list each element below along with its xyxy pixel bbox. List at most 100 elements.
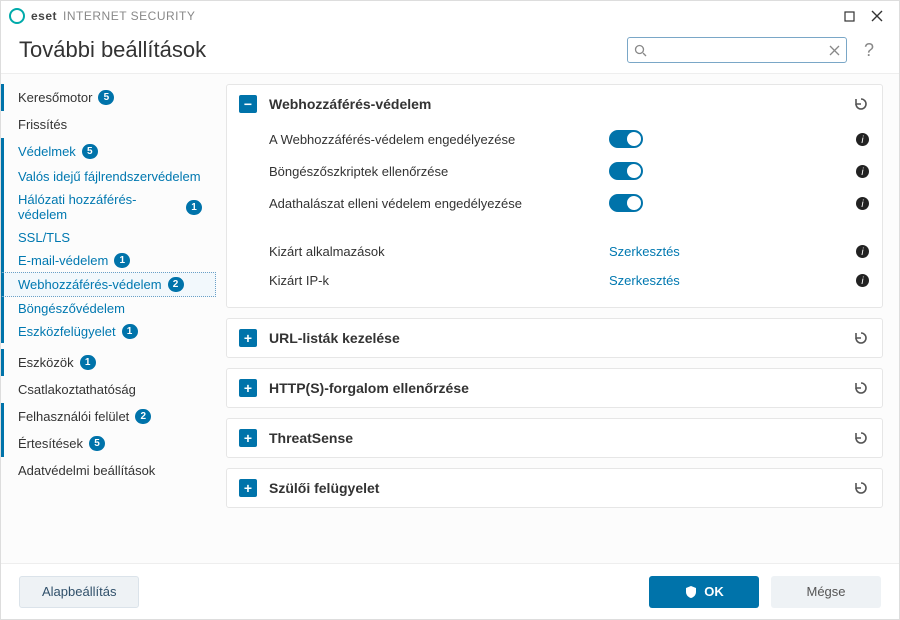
sidebar-item-connectivity[interactable]: Csatlakoztathatóság xyxy=(1,376,216,403)
setting-label: A Webhozzáférés-védelem engedélyezése xyxy=(269,132,609,147)
cancel-button[interactable]: Mégse xyxy=(771,576,881,608)
panel-header[interactable]: + ThreatSense xyxy=(227,419,882,457)
panel-header[interactable]: − Webhozzáférés-védelem xyxy=(227,85,882,123)
info-icon[interactable]: i xyxy=(855,196,870,211)
sidebar-item-web-access[interactable]: Webhozzáférés-védelem 2 xyxy=(1,272,216,297)
count-badge: 1 xyxy=(114,253,130,268)
help-button[interactable]: ? xyxy=(857,40,881,61)
close-icon xyxy=(871,10,883,22)
toggle-enable-web-access[interactable] xyxy=(609,130,643,148)
sidebar-item-email-protection[interactable]: E-mail-védelem 1 xyxy=(1,249,216,272)
panel-title: Szülői felügyelet xyxy=(269,480,840,496)
revert-button[interactable] xyxy=(852,479,870,497)
panel-title: ThreatSense xyxy=(269,430,840,446)
setting-label: Adathalászat elleni védelem engedélyezés… xyxy=(269,196,609,211)
sidebar-item-label: Eszközök xyxy=(18,355,74,370)
clear-search-button[interactable] xyxy=(829,45,840,56)
sidebar-item-label: Frissítés xyxy=(18,117,67,132)
panel-header[interactable]: + Szülői felügyelet xyxy=(227,469,882,507)
collapse-icon: − xyxy=(239,95,257,113)
revert-button[interactable] xyxy=(852,379,870,397)
sidebar-item-privacy[interactable]: Adatvédelmi beállítások xyxy=(1,457,216,484)
sidebar-item-label: Védelmek xyxy=(18,144,76,159)
panel-parental-control: + Szülői felügyelet xyxy=(226,468,883,508)
app-logo: eset INTERNET SECURITY xyxy=(9,8,195,24)
search-box[interactable] xyxy=(627,37,847,63)
sidebar: Keresőmotor 5 Frissítés Védelmek 5 Valós… xyxy=(1,74,216,563)
panel-title: URL-listák kezelése xyxy=(269,330,840,346)
panel-https-traffic: + HTTP(S)-forgalom ellenőrzése xyxy=(226,368,883,408)
setting-label: Kizárt alkalmazások xyxy=(269,244,609,259)
sidebar-item-ssl-tls[interactable]: SSL/TLS xyxy=(1,226,216,249)
sidebar-item-label: Adatvédelmi beállítások xyxy=(18,463,155,478)
titlebar: eset INTERNET SECURITY xyxy=(1,1,899,31)
sidebar-item-label: E-mail-védelem xyxy=(18,253,108,268)
info-icon[interactable]: i xyxy=(855,273,870,288)
expand-icon: + xyxy=(239,429,257,447)
expand-icon: + xyxy=(239,329,257,347)
count-badge: 2 xyxy=(135,409,151,424)
edit-link-excluded-apps[interactable]: Szerkesztés xyxy=(609,244,680,259)
sidebar-item-label: Értesítések xyxy=(18,436,83,451)
count-badge: 5 xyxy=(98,90,114,105)
count-badge: 1 xyxy=(80,355,96,370)
panel-url-list-management: + URL-listák kezelése xyxy=(226,318,883,358)
panel-threatsense: + ThreatSense xyxy=(226,418,883,458)
sidebar-item-ui[interactable]: Felhasználói felület 2 xyxy=(1,403,216,430)
search-icon xyxy=(634,44,647,57)
expand-icon: + xyxy=(239,379,257,397)
eset-logo-icon xyxy=(9,8,25,24)
sidebar-item-label: SSL/TLS xyxy=(18,230,70,245)
window-maximize-button[interactable] xyxy=(835,2,863,30)
panel-title: HTTP(S)-forgalom ellenőrzése xyxy=(269,380,840,396)
setting-row-excluded-ips: Kizárt IP-k Szerkesztés i xyxy=(269,266,870,295)
footer: Alapbeállítás OK Mégse xyxy=(1,563,899,619)
setting-label: Böngészőszkriptek ellenőrzése xyxy=(269,164,609,179)
sidebar-item-label: Webhozzáférés-védelem xyxy=(18,277,162,292)
setting-row-anti-phishing: Adathalászat elleni védelem engedélyezés… xyxy=(269,187,870,219)
sidebar-item-update[interactable]: Frissítés xyxy=(1,111,216,138)
shield-icon xyxy=(684,585,698,599)
sidebar-item-realtime-fs[interactable]: Valós idejű fájlrendszervédelem xyxy=(1,165,216,188)
panel-header[interactable]: + URL-listák kezelése xyxy=(227,319,882,357)
ok-button[interactable]: OK xyxy=(649,576,759,608)
help-icon: ? xyxy=(864,40,874,60)
expand-icon: + xyxy=(239,479,257,497)
sidebar-item-protections[interactable]: Védelmek 5 xyxy=(1,138,216,165)
toggle-anti-phishing[interactable] xyxy=(609,194,643,212)
revert-button[interactable] xyxy=(852,95,870,113)
sidebar-item-notifications[interactable]: Értesítések 5 xyxy=(1,430,216,457)
sidebar-item-device-control[interactable]: Eszközfelügyelet 1 xyxy=(1,320,216,343)
sidebar-item-detection-engine[interactable]: Keresőmotor 5 xyxy=(1,84,216,111)
revert-button[interactable] xyxy=(852,429,870,447)
count-badge: 2 xyxy=(168,277,184,292)
info-icon[interactable]: i xyxy=(855,164,870,179)
count-badge: 1 xyxy=(186,200,202,215)
sidebar-item-label: Felhasználói felület xyxy=(18,409,129,424)
setting-row-excluded-apps: Kizárt alkalmazások Szerkesztés i xyxy=(269,237,870,266)
brand-name: eset xyxy=(31,9,57,23)
setting-row-browser-scripts: Böngészőszkriptek ellenőrzése i xyxy=(269,155,870,187)
count-badge: 5 xyxy=(82,144,98,159)
info-icon[interactable]: i xyxy=(855,132,870,147)
search-input[interactable] xyxy=(653,42,823,58)
setting-row-enable-web-access: A Webhozzáférés-védelem engedélyezése i xyxy=(269,123,870,155)
sidebar-item-network-access[interactable]: Hálózati hozzáférés-védelem 1 xyxy=(1,188,216,226)
sidebar-item-label: Csatlakoztathatóság xyxy=(18,382,136,397)
content-area: − Webhozzáférés-védelem A Webhozzáférés-… xyxy=(216,74,899,563)
panel-header[interactable]: + HTTP(S)-forgalom ellenőrzése xyxy=(227,369,882,407)
default-settings-button[interactable]: Alapbeállítás xyxy=(19,576,139,608)
sidebar-item-label: Eszközfelügyelet xyxy=(18,324,116,339)
button-label: Alapbeállítás xyxy=(42,584,116,599)
toggle-browser-scripts[interactable] xyxy=(609,162,643,180)
sidebar-item-browser-protection[interactable]: Böngészővédelem xyxy=(1,297,216,320)
sidebar-item-tools[interactable]: Eszközök 1 xyxy=(1,349,216,376)
edit-link-excluded-ips[interactable]: Szerkesztés xyxy=(609,273,680,288)
count-badge: 1 xyxy=(122,324,138,339)
revert-button[interactable] xyxy=(852,329,870,347)
window-close-button[interactable] xyxy=(863,2,891,30)
info-icon[interactable]: i xyxy=(855,244,870,259)
sidebar-item-label: Valós idejű fájlrendszervédelem xyxy=(18,169,201,184)
button-label: OK xyxy=(704,584,724,599)
header: További beállítások ? xyxy=(1,31,899,74)
